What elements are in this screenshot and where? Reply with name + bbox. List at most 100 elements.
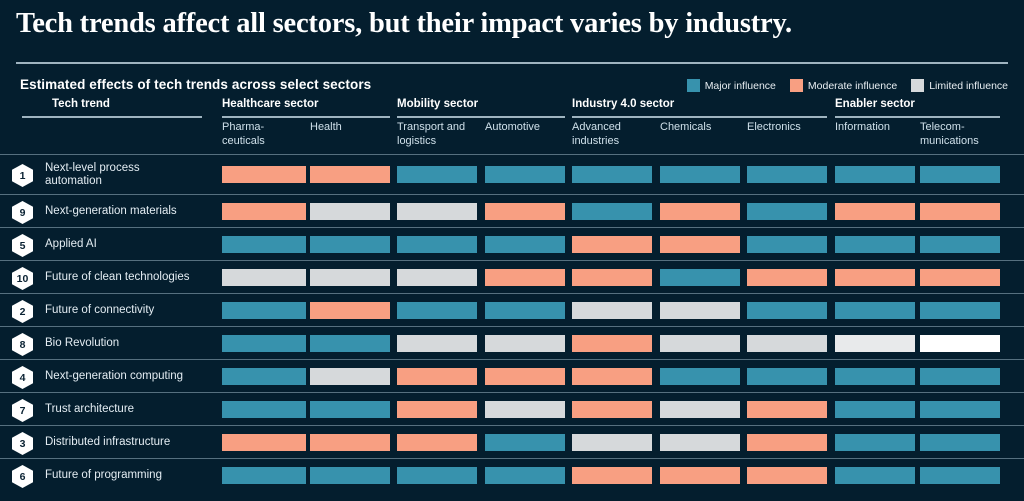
heatmap-cell[interactable] xyxy=(920,269,1000,286)
heatmap-cell[interactable] xyxy=(660,368,740,385)
heatmap-cell[interactable] xyxy=(747,236,827,253)
heatmap-cell[interactable] xyxy=(222,166,306,183)
heatmap-cell[interactable] xyxy=(920,368,1000,385)
heatmap-cell[interactable] xyxy=(920,236,1000,253)
heatmap-cell[interactable] xyxy=(222,335,306,352)
heatmap-cell[interactable] xyxy=(222,368,306,385)
heatmap-cell[interactable] xyxy=(310,401,390,418)
heatmap-cell[interactable] xyxy=(920,166,1000,183)
heatmap-cell[interactable] xyxy=(397,368,477,385)
heatmap-cell[interactable] xyxy=(397,236,477,253)
heatmap-cell[interactable] xyxy=(572,236,652,253)
heatmap-cell[interactable] xyxy=(660,302,740,319)
heatmap-cell[interactable] xyxy=(747,269,827,286)
heatmap-cell[interactable] xyxy=(397,401,477,418)
heatmap-cell[interactable] xyxy=(310,269,390,286)
table-row[interactable]: 8 Bio Revolution xyxy=(0,326,1024,359)
heatmap-cell[interactable] xyxy=(835,467,915,484)
heatmap-cell[interactable] xyxy=(310,335,390,352)
heatmap-cell[interactable] xyxy=(310,368,390,385)
heatmap-cell[interactable] xyxy=(222,401,306,418)
heatmap-cell[interactable] xyxy=(485,302,565,319)
heatmap-cell[interactable] xyxy=(835,269,915,286)
table-row[interactable]: 1 Next-level process automation xyxy=(0,154,1024,194)
heatmap-cell[interactable] xyxy=(660,434,740,451)
heatmap-cell[interactable] xyxy=(485,236,565,253)
table-row[interactable]: 7 Trust architecture xyxy=(0,392,1024,425)
heatmap-cell[interactable] xyxy=(660,335,740,352)
table-row[interactable]: 5 Applied AI xyxy=(0,227,1024,260)
heatmap-cell[interactable] xyxy=(572,166,652,183)
heatmap-cell[interactable] xyxy=(920,434,1000,451)
heatmap-cell[interactable] xyxy=(835,166,915,183)
heatmap-cell[interactable] xyxy=(747,302,827,319)
table-row[interactable]: 9 Next-generation materials xyxy=(0,194,1024,227)
heatmap-cell[interactable] xyxy=(747,166,827,183)
heatmap-cell[interactable] xyxy=(572,368,652,385)
heatmap-cell[interactable] xyxy=(397,467,477,484)
heatmap-cell[interactable] xyxy=(835,434,915,451)
heatmap-cell[interactable] xyxy=(222,203,306,220)
heatmap-cell[interactable] xyxy=(222,236,306,253)
heatmap-cell[interactable] xyxy=(485,203,565,220)
heatmap-cell[interactable] xyxy=(310,467,390,484)
heatmap-cell[interactable] xyxy=(310,434,390,451)
heatmap-cell[interactable] xyxy=(747,467,827,484)
heatmap-cell[interactable] xyxy=(222,434,306,451)
heatmap-cell[interactable] xyxy=(572,401,652,418)
heatmap-cell[interactable] xyxy=(572,434,652,451)
heatmap-cell[interactable] xyxy=(485,467,565,484)
heatmap-cell[interactable] xyxy=(920,302,1000,319)
heatmap-cell[interactable] xyxy=(572,302,652,319)
heatmap-cell[interactable] xyxy=(310,166,390,183)
heatmap-cell[interactable] xyxy=(310,236,390,253)
heatmap-cell[interactable] xyxy=(835,335,915,352)
heatmap-cell[interactable] xyxy=(660,467,740,484)
heatmap-cell[interactable] xyxy=(920,203,1000,220)
heatmap-cell[interactable] xyxy=(397,269,477,286)
heatmap-cell[interactable] xyxy=(485,434,565,451)
heatmap-cell[interactable] xyxy=(660,401,740,418)
table-row[interactable]: 2 Future of connectivity xyxy=(0,293,1024,326)
heatmap-cell[interactable] xyxy=(920,335,1000,352)
heatmap-cell[interactable] xyxy=(747,203,827,220)
heatmap-cell[interactable] xyxy=(485,335,565,352)
heatmap-cell[interactable] xyxy=(485,401,565,418)
heatmap-cell[interactable] xyxy=(835,368,915,385)
heatmap-cell[interactable] xyxy=(747,368,827,385)
heatmap-cell[interactable] xyxy=(397,434,477,451)
table-row[interactable]: 10 Future of clean technologies xyxy=(0,260,1024,293)
heatmap-cell[interactable] xyxy=(747,401,827,418)
heatmap-cell[interactable] xyxy=(397,335,477,352)
heatmap-cell[interactable] xyxy=(660,203,740,220)
heatmap-cell[interactable] xyxy=(397,302,477,319)
heatmap-cell[interactable] xyxy=(747,335,827,352)
heatmap-cell[interactable] xyxy=(660,166,740,183)
heatmap-cell[interactable] xyxy=(222,467,306,484)
heatmap-cell[interactable] xyxy=(835,401,915,418)
heatmap-cell[interactable] xyxy=(397,203,477,220)
heatmap-cell[interactable] xyxy=(397,166,477,183)
heatmap-cell[interactable] xyxy=(572,467,652,484)
table-row[interactable]: 4 Next-generation computing xyxy=(0,359,1024,392)
heatmap-cell[interactable] xyxy=(572,335,652,352)
heatmap-cell[interactable] xyxy=(310,302,390,319)
heatmap-cell[interactable] xyxy=(835,203,915,220)
heatmap-cell[interactable] xyxy=(485,269,565,286)
heatmap-cell[interactable] xyxy=(835,236,915,253)
table-row[interactable]: 3 Distributed infrastructure xyxy=(0,425,1024,458)
heatmap-cell[interactable] xyxy=(485,166,565,183)
heatmap-cell[interactable] xyxy=(485,368,565,385)
heatmap-cell[interactable] xyxy=(747,434,827,451)
heatmap-cell[interactable] xyxy=(660,269,740,286)
heatmap-cell[interactable] xyxy=(572,269,652,286)
heatmap-cell[interactable] xyxy=(835,302,915,319)
heatmap-cell[interactable] xyxy=(310,203,390,220)
heatmap-cell[interactable] xyxy=(920,467,1000,484)
heatmap-cell[interactable] xyxy=(572,203,652,220)
heatmap-cell[interactable] xyxy=(222,269,306,286)
heatmap-cell[interactable] xyxy=(222,302,306,319)
heatmap-cell[interactable] xyxy=(660,236,740,253)
heatmap-cell[interactable] xyxy=(920,401,1000,418)
table-row[interactable]: 6 Future of programming xyxy=(0,458,1024,491)
